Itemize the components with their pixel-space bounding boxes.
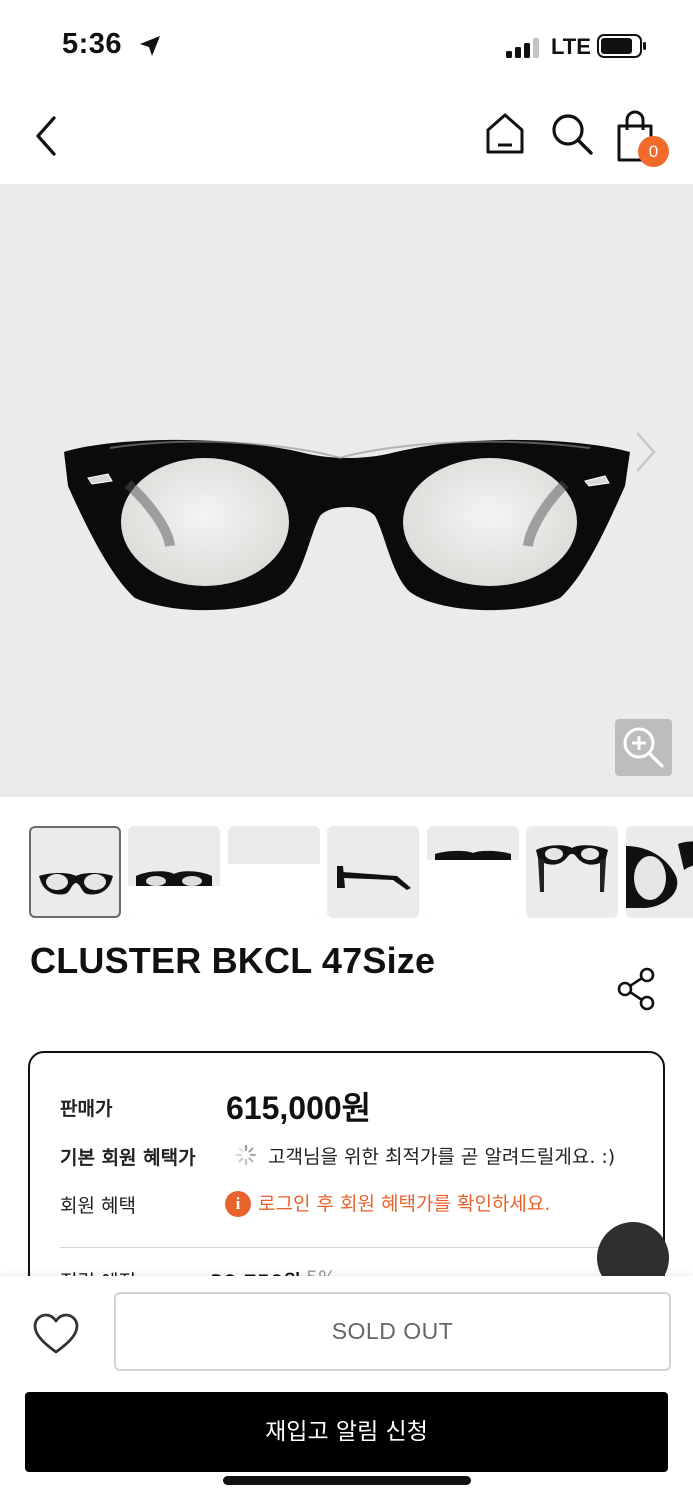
- zoom-button[interactable]: [615, 719, 672, 776]
- thumbnail[interactable]: [327, 826, 419, 918]
- price-card: 판매가 615,000원 기본 회원 혜택가 고객님을 위한 최적가를 곧 알려…: [28, 1051, 665, 1311]
- zoom-in-icon: [623, 727, 664, 768]
- benefit-label: 회원 혜택: [60, 1195, 136, 1217]
- cart-count-badge: 0: [638, 136, 669, 167]
- product-title: CLUSTER BKCL 47Size: [30, 940, 436, 981]
- thumbnail[interactable]: [128, 826, 220, 918]
- glasses-image: [64, 439, 630, 611]
- home-icon[interactable]: [484, 112, 526, 156]
- thumbnail-image: [427, 850, 519, 918]
- loading-icon: [235, 1144, 257, 1166]
- thumbnail-image: [626, 841, 693, 908]
- price-value: 615,000원: [226, 1090, 372, 1126]
- search-icon[interactable]: [550, 112, 594, 156]
- thumbnail-strip: [0, 826, 693, 919]
- member-price-note: 고객님을 위한 최적가를 곧 알려드릴게요. :): [268, 1146, 616, 1168]
- location-arrow-icon: [140, 36, 160, 56]
- info-icon: i: [225, 1191, 251, 1217]
- nav-bar: [0, 92, 693, 184]
- bottom-action-bar: SOLD OUT 재입고 알림 신청: [0, 1276, 693, 1500]
- home-indicator: [223, 1476, 471, 1485]
- login-benefit-link[interactable]: 로그인 후 회원 혜택가를 확인하세요.: [258, 1189, 550, 1216]
- share-icon[interactable]: [615, 966, 657, 1012]
- thumbnail[interactable]: [228, 826, 320, 918]
- thumbnail-image: [128, 871, 220, 918]
- battery-icon: [597, 34, 646, 58]
- price-label: 판매가: [60, 1098, 113, 1120]
- thumbnail-image: [337, 866, 411, 890]
- status-time: 5:36: [62, 28, 123, 60]
- thumbnail[interactable]: [29, 826, 121, 918]
- thumbnail-image: [536, 845, 608, 892]
- sold-out-button[interactable]: SOLD OUT: [114, 1292, 671, 1371]
- chevron-right-icon[interactable]: [630, 430, 660, 474]
- network-type: LTE: [551, 34, 591, 59]
- thumbnail[interactable]: [626, 826, 693, 918]
- member-price-label: 기본 회원 혜택가: [60, 1147, 196, 1169]
- divider: [60, 1247, 638, 1248]
- product-image[interactable]: [0, 184, 693, 797]
- heart-icon[interactable]: [32, 1312, 80, 1356]
- back-icon[interactable]: [30, 114, 64, 158]
- thumbnail[interactable]: [526, 826, 618, 918]
- status-bar: 5:36 LTE: [0, 0, 693, 92]
- thumbnail[interactable]: [427, 826, 519, 918]
- thumbnail-image: [39, 873, 113, 895]
- restock-alert-button[interactable]: 재입고 알림 신청: [25, 1392, 668, 1472]
- thumbnail-image: [228, 864, 320, 918]
- signal-icon: [506, 38, 539, 58]
